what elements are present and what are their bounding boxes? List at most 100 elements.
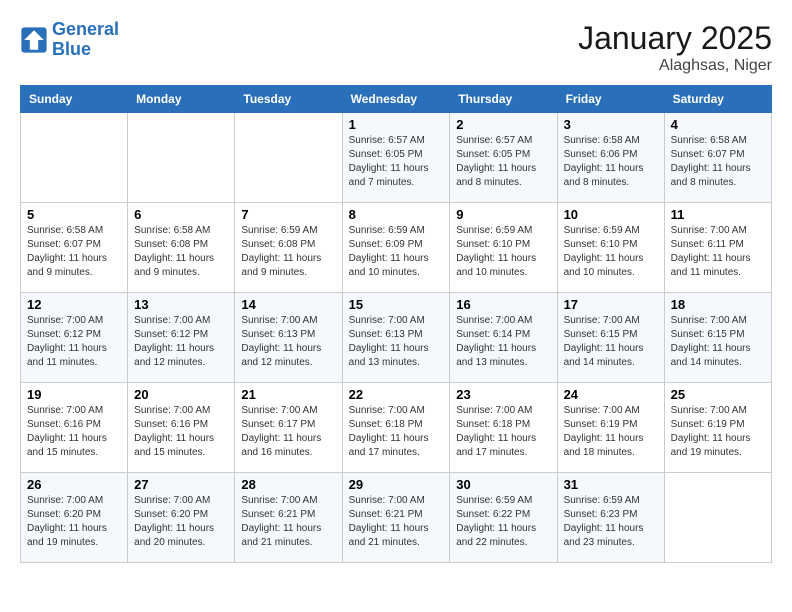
day-info: Sunrise: 7:00 AMSunset: 6:16 PMDaylight:… (134, 404, 228, 460)
week-row-3: 12 Sunrise: 7:00 AMSunset: 6:12 PMDayligh… (21, 293, 772, 383)
calendar-cell: 22 Sunrise: 7:00 AMSunset: 6:18 PMDayligh… (342, 383, 450, 473)
calendar-cell: 29 Sunrise: 7:00 AMSunset: 6:21 PMDayligh… (342, 473, 450, 563)
logo-text: General Blue (52, 20, 119, 60)
day-number: 24 (564, 387, 658, 402)
day-info: Sunrise: 6:59 AMSunset: 6:23 PMDaylight:… (564, 494, 658, 550)
day-info: Sunrise: 7:00 AMSunset: 6:12 PMDaylight:… (134, 314, 228, 370)
day-info: Sunrise: 7:00 AMSunset: 6:21 PMDaylight:… (241, 494, 335, 550)
day-number: 5 (27, 207, 121, 222)
calendar-cell: 11 Sunrise: 7:00 AMSunset: 6:11 PMDayligh… (664, 203, 771, 293)
calendar-cell: 20 Sunrise: 7:00 AMSunset: 6:16 PMDayligh… (128, 383, 235, 473)
day-info: Sunrise: 7:00 AMSunset: 6:11 PMDaylight:… (671, 224, 765, 280)
day-number: 18 (671, 297, 765, 312)
day-info: Sunrise: 7:00 AMSunset: 6:16 PMDaylight:… (27, 404, 121, 460)
calendar-cell: 2 Sunrise: 6:57 AMSunset: 6:05 PMDaylight… (450, 113, 557, 203)
calendar-cell: 30 Sunrise: 6:59 AMSunset: 6:22 PMDayligh… (450, 473, 557, 563)
day-number: 25 (671, 387, 765, 402)
calendar-cell: 19 Sunrise: 7:00 AMSunset: 6:16 PMDayligh… (21, 383, 128, 473)
day-number: 21 (241, 387, 335, 402)
calendar-cell: 4Sunrise: 6:58 AMSunset: 6:07 PMDaylight… (664, 113, 771, 203)
day-number: 30 (456, 477, 550, 492)
calendar-cell (664, 473, 771, 563)
week-row-2: 5 Sunrise: 6:58 AMSunset: 6:07 PMDaylight… (21, 203, 772, 293)
title-block: January 2025 Alaghsas, Niger (578, 20, 772, 75)
day-number: 23 (456, 387, 550, 402)
calendar-cell: 8 Sunrise: 6:59 AMSunset: 6:09 PMDaylight… (342, 203, 450, 293)
day-info: Sunrise: 6:59 AMSunset: 6:09 PMDaylight:… (349, 224, 444, 280)
calendar-cell: 13 Sunrise: 7:00 AMSunset: 6:12 PMDayligh… (128, 293, 235, 383)
day-info: Sunrise: 7:00 AMSunset: 6:21 PMDaylight:… (349, 494, 444, 550)
day-number: 1 (349, 117, 444, 132)
day-number: 16 (456, 297, 550, 312)
calendar-cell: 9Sunrise: 6:59 AMSunset: 6:10 PMDaylight… (450, 203, 557, 293)
calendar-cell: 27 Sunrise: 7:00 AMSunset: 6:20 PMDayligh… (128, 473, 235, 563)
calendar-cell: 25 Sunrise: 7:00 AMSunset: 6:19 PMDayligh… (664, 383, 771, 473)
page-header: General Blue January 2025 Alaghsas, Nige… (20, 20, 772, 75)
weekday-header-monday: Monday (128, 86, 235, 113)
day-info: Sunrise: 6:59 AMSunset: 6:10 PMDaylight:… (564, 224, 658, 280)
day-number: 12 (27, 297, 121, 312)
calendar-cell: 6 Sunrise: 6:58 AMSunset: 6:08 PMDaylight… (128, 203, 235, 293)
day-info: Sunrise: 7:00 AMSunset: 6:20 PMDaylight:… (134, 494, 228, 550)
day-number: 17 (564, 297, 658, 312)
day-info: Sunrise: 6:58 AMSunset: 6:07 PMDaylight:… (27, 224, 121, 280)
day-info: Sunrise: 6:57 AMSunset: 6:05 PMDaylight:… (349, 134, 444, 190)
weekday-header-saturday: Saturday (664, 86, 771, 113)
calendar-cell: 16Sunrise: 7:00 AMSunset: 6:14 PMDayligh… (450, 293, 557, 383)
week-row-4: 19 Sunrise: 7:00 AMSunset: 6:16 PMDayligh… (21, 383, 772, 473)
logo: General Blue (20, 20, 119, 60)
day-number: 19 (27, 387, 121, 402)
day-info: Sunrise: 6:58 AMSunset: 6:08 PMDaylight:… (134, 224, 228, 280)
calendar-cell: 23 Sunrise: 7:00 AMSunset: 6:18 PMDayligh… (450, 383, 557, 473)
day-info: Sunrise: 7:00 AMSunset: 6:18 PMDaylight:… (456, 404, 550, 460)
day-number: 8 (349, 207, 444, 222)
calendar-cell: 21 Sunrise: 7:00 AMSunset: 6:17 PMDayligh… (235, 383, 342, 473)
weekday-header-row: SundayMondayTuesdayWednesdayThursdayFrid… (21, 86, 772, 113)
weekday-header-wednesday: Wednesday (342, 86, 450, 113)
calendar-cell: 3Sunrise: 6:58 AMSunset: 6:06 PMDaylight… (557, 113, 664, 203)
location: Alaghsas, Niger (578, 57, 772, 75)
day-info: Sunrise: 6:57 AMSunset: 6:05 PMDaylight:… (456, 134, 550, 190)
calendar-cell: 1 Sunrise: 6:57 AMSunset: 6:05 PMDaylight… (342, 113, 450, 203)
calendar-cell: 28 Sunrise: 7:00 AMSunset: 6:21 PMDayligh… (235, 473, 342, 563)
calendar-cell: 7 Sunrise: 6:59 AMSunset: 6:08 PMDaylight… (235, 203, 342, 293)
day-info: Sunrise: 7:00 AMSunset: 6:19 PMDaylight:… (564, 404, 658, 460)
day-number: 2 (456, 117, 550, 132)
day-number: 11 (671, 207, 765, 222)
day-number: 6 (134, 207, 228, 222)
logo-icon (20, 26, 48, 54)
day-info: Sunrise: 6:58 AMSunset: 6:07 PMDaylight:… (671, 134, 765, 190)
calendar-cell (21, 113, 128, 203)
day-number: 13 (134, 297, 228, 312)
day-number: 31 (564, 477, 658, 492)
day-info: Sunrise: 6:59 AMSunset: 6:22 PMDaylight:… (456, 494, 550, 550)
day-info: Sunrise: 7:00 AMSunset: 6:15 PMDaylight:… (564, 314, 658, 370)
day-number: 28 (241, 477, 335, 492)
day-number: 29 (349, 477, 444, 492)
day-number: 14 (241, 297, 335, 312)
day-info: Sunrise: 7:00 AMSunset: 6:19 PMDaylight:… (671, 404, 765, 460)
calendar: SundayMondayTuesdayWednesdayThursdayFrid… (20, 85, 772, 563)
calendar-cell: 18 Sunrise: 7:00 AMSunset: 6:15 PMDayligh… (664, 293, 771, 383)
day-info: Sunrise: 6:59 AMSunset: 6:08 PMDaylight:… (241, 224, 335, 280)
day-info: Sunrise: 7:00 AMSunset: 6:17 PMDaylight:… (241, 404, 335, 460)
day-number: 9 (456, 207, 550, 222)
calendar-cell (128, 113, 235, 203)
day-info: Sunrise: 7:00 AMSunset: 6:13 PMDaylight:… (349, 314, 444, 370)
day-info: Sunrise: 7:00 AMSunset: 6:20 PMDaylight:… (27, 494, 121, 550)
day-info: Sunrise: 7:00 AMSunset: 6:12 PMDaylight:… (27, 314, 121, 370)
calendar-cell: 26 Sunrise: 7:00 AMSunset: 6:20 PMDayligh… (21, 473, 128, 563)
week-row-5: 26 Sunrise: 7:00 AMSunset: 6:20 PMDayligh… (21, 473, 772, 563)
day-number: 10 (564, 207, 658, 222)
day-number: 27 (134, 477, 228, 492)
weekday-header-sunday: Sunday (21, 86, 128, 113)
logo-line2: Blue (52, 39, 91, 59)
logo-line1: General (52, 19, 119, 39)
day-info: Sunrise: 7:00 AMSunset: 6:15 PMDaylight:… (671, 314, 765, 370)
day-number: 7 (241, 207, 335, 222)
day-number: 15 (349, 297, 444, 312)
day-number: 20 (134, 387, 228, 402)
day-info: Sunrise: 7:00 AMSunset: 6:18 PMDaylight:… (349, 404, 444, 460)
day-number: 22 (349, 387, 444, 402)
day-number: 26 (27, 477, 121, 492)
